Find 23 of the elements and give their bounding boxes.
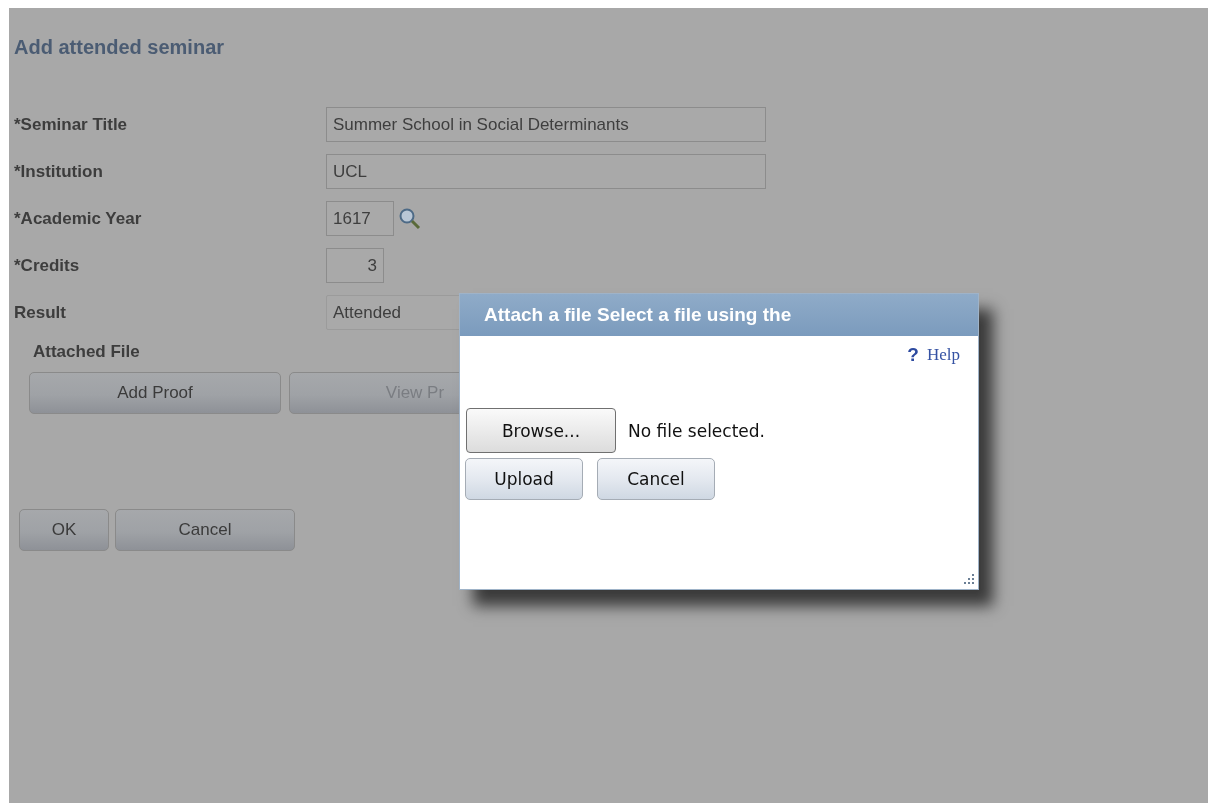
search-icon[interactable]	[398, 206, 422, 231]
dialog-title: Attach a file Select a file using the	[460, 294, 978, 336]
add-proof-button[interactable]: Add Proof	[29, 372, 281, 414]
cancel-button[interactable]: Cancel	[597, 458, 715, 500]
field-label: *Credits	[14, 255, 81, 276]
browse-button[interactable]: Browse...	[466, 408, 616, 453]
upload-button[interactable]: Upload	[465, 458, 583, 500]
field-label: *Seminar Title	[14, 114, 129, 135]
help-link[interactable]: Help	[926, 345, 960, 365]
field-label: *Academic Year	[14, 208, 143, 229]
field-label: *Institution	[14, 161, 104, 182]
field-label: Result	[14, 302, 67, 323]
input-field[interactable]: Summer School in Social Determinants	[326, 107, 766, 142]
input-field[interactable]: 1617	[326, 201, 394, 236]
ok-button[interactable]: OK	[19, 509, 109, 551]
cancel-button[interactable]: Cancel	[115, 509, 295, 551]
page-title: Add attended seminar	[14, 36, 226, 59]
help-icon[interactable]: ?	[907, 344, 919, 366]
input-field[interactable]: UCL	[326, 154, 766, 189]
attached-file-label: Attached File	[33, 342, 140, 362]
resize-grip-icon[interactable]	[962, 572, 976, 586]
credits-field[interactable]: 3	[326, 248, 384, 283]
file-status: No file selected.	[628, 420, 765, 441]
